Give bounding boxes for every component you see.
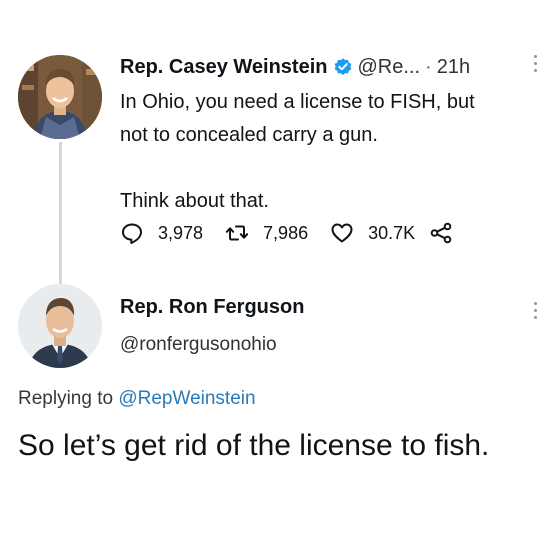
- more-options-icon[interactable]: [530, 297, 540, 319]
- avatar-casey-image: [18, 55, 102, 139]
- tweet-text-line: In Ohio, you need a license to FISH, but: [120, 91, 475, 113]
- tweet-header: Rep. Casey Weinstein @Re... · 21h: [120, 52, 470, 82]
- replying-mention-link[interactable]: @RepWeinstein: [118, 388, 255, 409]
- verified-badge-icon: [335, 58, 352, 76]
- retweet-count: 7,986: [263, 222, 309, 243]
- author-name[interactable]: Rep. Casey Weinstein: [120, 56, 327, 79]
- separator-dot: ·: [425, 55, 432, 78]
- share-icon: [430, 222, 452, 244]
- reply-count: 3,978: [158, 222, 204, 243]
- avatar-ron-image: [18, 284, 102, 368]
- replying-prefix: Replying to: [18, 388, 114, 409]
- thread-connector-line: [59, 142, 62, 284]
- reply-button[interactable]: 3,978: [120, 221, 203, 245]
- avatar[interactable]: [18, 284, 102, 368]
- reply-icon: [122, 223, 142, 244]
- tweet-actions: 3,978 7,986 30.7K: [120, 218, 467, 248]
- like-button[interactable]: 30.7K: [330, 221, 415, 245]
- like-count: 30.7K: [368, 222, 416, 243]
- author-handle[interactable]: @Re...: [357, 56, 420, 79]
- share-button[interactable]: [429, 221, 467, 245]
- heart-icon: [331, 223, 353, 243]
- tweet-text-line: Think about that.: [120, 190, 269, 212]
- reply-text: So let’s get rid of the license to fish.: [18, 429, 490, 462]
- tweet-text-line: not to concealed carry a gun.: [120, 124, 378, 146]
- reply-author-name[interactable]: Rep. Ron Ferguson: [120, 296, 304, 319]
- retweet-icon: [225, 225, 249, 241]
- reply-author-handle[interactable]: @ronfergusonohio: [120, 334, 277, 356]
- retweet-button[interactable]: 7,986: [225, 221, 308, 245]
- tweet-text: In Ohio, you need a license to FISH, but…: [120, 86, 540, 218]
- tweet-timestamp[interactable]: 21h: [437, 56, 470, 79]
- more-options-icon[interactable]: [530, 50, 540, 72]
- replying-to: Replying to @RepWeinstein: [18, 388, 256, 410]
- avatar[interactable]: [18, 55, 102, 139]
